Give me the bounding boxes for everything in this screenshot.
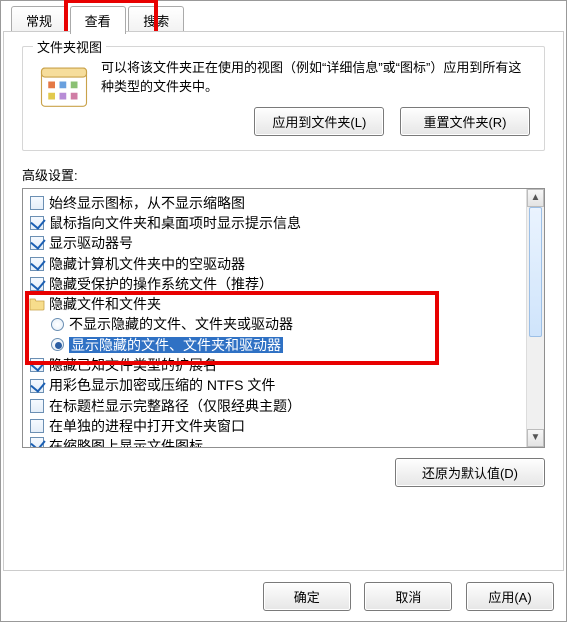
checkbox-icon[interactable] bbox=[30, 419, 44, 433]
advanced-item-2[interactable]: 显示驱动器号 bbox=[29, 233, 544, 253]
checkbox-icon[interactable] bbox=[30, 399, 44, 413]
restore-defaults-button[interactable]: 还原为默认值(D) bbox=[395, 458, 545, 487]
advanced-item-label: 隐藏受保护的操作系统文件（推荐） bbox=[49, 274, 273, 294]
checkbox-icon[interactable] bbox=[30, 277, 44, 291]
advanced-item-0[interactable]: 始终显示图标，从不显示缩略图 bbox=[29, 193, 544, 213]
reset-folders-button[interactable]: 重置文件夹(R) bbox=[400, 107, 530, 136]
tree-scrollbar[interactable]: ▲ ▼ bbox=[526, 189, 544, 447]
advanced-item-label: 显示驱动器号 bbox=[49, 233, 133, 253]
scroll-down-arrow-icon[interactable]: ▼ bbox=[527, 429, 544, 447]
advanced-settings-label: 高级设置: bbox=[22, 165, 545, 184]
scrollbar-thumb[interactable] bbox=[529, 207, 542, 337]
advanced-item-6[interactable]: 不显示隐藏的文件、文件夹或驱动器 bbox=[29, 314, 544, 334]
advanced-item-label: 隐藏文件和文件夹 bbox=[49, 294, 161, 314]
advanced-item-label: 在标题栏显示完整路径（仅限经典主题） bbox=[49, 396, 301, 416]
advanced-item-11[interactable]: 在单独的进程中打开文件夹窗口 bbox=[29, 416, 544, 436]
advanced-item-4[interactable]: 隐藏受保护的操作系统文件（推荐） bbox=[29, 274, 544, 294]
tab-general[interactable]: 常规 bbox=[11, 6, 67, 34]
advanced-item-label: 鼠标指向文件夹和桌面项时显示提示信息 bbox=[49, 213, 301, 233]
checkbox-icon[interactable] bbox=[30, 236, 44, 250]
scroll-up-arrow-icon[interactable]: ▲ bbox=[527, 189, 544, 207]
checkbox-icon[interactable] bbox=[30, 196, 44, 210]
radio-icon[interactable] bbox=[51, 318, 64, 331]
tabstrip: 常规 查看 搜索 bbox=[1, 1, 566, 31]
folder-views-description: 可以将该文件夹正在使用的视图（例如“详细信息”或“图标”）应用到所有这种类型的文… bbox=[101, 59, 530, 97]
advanced-item-12[interactable]: 在缩略图上显示文件图标 bbox=[29, 436, 544, 447]
checkbox-icon[interactable] bbox=[30, 358, 44, 372]
advanced-item-label: 不显示隐藏的文件、文件夹或驱动器 bbox=[69, 314, 293, 334]
advanced-item-label: 隐藏计算机文件夹中的空驱动器 bbox=[49, 254, 245, 274]
advanced-item-7[interactable]: 显示隐藏的文件、文件夹和驱动器 bbox=[29, 335, 544, 355]
advanced-item-10[interactable]: 在标题栏显示完整路径（仅限经典主题） bbox=[29, 396, 544, 416]
folder-views-legend: 文件夹视图 bbox=[33, 37, 106, 56]
dialog-buttons: 确定 取消 应用(A) bbox=[253, 582, 554, 611]
ok-button[interactable]: 确定 bbox=[263, 582, 351, 611]
advanced-item-label: 在缩略图上显示文件图标 bbox=[49, 436, 203, 447]
advanced-item-label: 隐藏已知文件类型的扩展名 bbox=[49, 355, 217, 375]
checkbox-icon[interactable] bbox=[30, 437, 44, 447]
advanced-item-5[interactable]: 隐藏文件和文件夹 bbox=[29, 294, 544, 314]
tab-view[interactable]: 查看 bbox=[70, 6, 126, 34]
tab-search[interactable]: 搜索 bbox=[128, 6, 184, 34]
advanced-item-label: 用彩色显示加密或压缩的 NTFS 文件 bbox=[49, 375, 275, 395]
apply-button[interactable]: 应用(A) bbox=[466, 582, 554, 611]
cancel-button[interactable]: 取消 bbox=[364, 582, 452, 611]
view-panel: 文件夹视图 可以将该文件夹正在使用的视图（例如“详细信息”或 bbox=[3, 31, 564, 571]
folder-views-group: 文件夹视图 可以将该文件夹正在使用的视图（例如“详细信息”或 bbox=[22, 46, 545, 151]
radio-icon[interactable] bbox=[51, 338, 64, 351]
folder-views-icon bbox=[37, 59, 91, 113]
advanced-item-label: 始终显示图标，从不显示缩略图 bbox=[49, 193, 245, 213]
advanced-item-9[interactable]: 用彩色显示加密或压缩的 NTFS 文件 bbox=[29, 375, 544, 395]
advanced-item-label: 显示隐藏的文件、文件夹和驱动器 bbox=[69, 335, 283, 355]
advanced-item-label: 在单独的进程中打开文件夹窗口 bbox=[49, 416, 245, 436]
checkbox-icon[interactable] bbox=[30, 379, 44, 393]
advanced-item-8[interactable]: 隐藏已知文件类型的扩展名 bbox=[29, 355, 544, 375]
advanced-settings-tree: 始终显示图标，从不显示缩略图鼠标指向文件夹和桌面项时显示提示信息显示驱动器号隐藏… bbox=[22, 188, 545, 448]
advanced-item-1[interactable]: 鼠标指向文件夹和桌面项时显示提示信息 bbox=[29, 213, 544, 233]
advanced-item-3[interactable]: 隐藏计算机文件夹中的空驱动器 bbox=[29, 254, 544, 274]
checkbox-icon[interactable] bbox=[30, 216, 44, 230]
folder-options-dialog: 常规 查看 搜索 文件夹视图 bbox=[0, 0, 567, 622]
checkbox-icon[interactable] bbox=[30, 257, 44, 271]
folder-icon bbox=[29, 296, 45, 312]
apply-to-folders-button[interactable]: 应用到文件夹(L) bbox=[254, 107, 384, 136]
